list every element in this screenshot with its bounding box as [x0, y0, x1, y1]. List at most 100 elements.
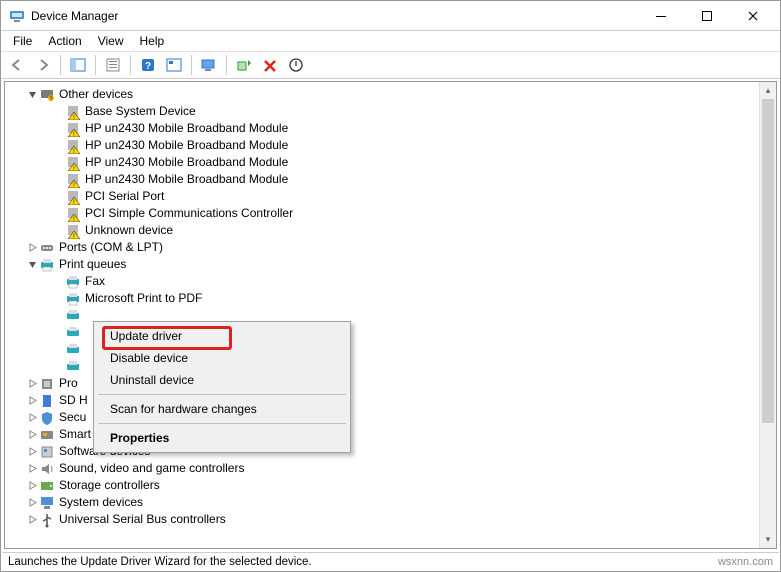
properties-button[interactable]: [101, 54, 125, 76]
chevron-right-icon[interactable]: [25, 515, 39, 524]
menu-action[interactable]: Action: [40, 32, 89, 50]
chevron-right-icon[interactable]: [25, 498, 39, 507]
forward-button[interactable]: [31, 54, 55, 76]
printer-icon: [65, 274, 81, 290]
tree-label: Pro: [59, 375, 78, 392]
computer-icon: [39, 495, 55, 511]
scan-hardware-button[interactable]: [197, 54, 221, 76]
back-button[interactable]: [5, 54, 29, 76]
tree-node-ms-print-pdf[interactable]: Microsoft Print to PDF: [5, 290, 776, 307]
chevron-right-icon[interactable]: [25, 447, 39, 456]
chevron-right-icon[interactable]: [25, 464, 39, 473]
printer-icon: [65, 325, 81, 341]
vertical-scrollbar[interactable]: ▴ ▾: [759, 82, 776, 548]
uninstall-button[interactable]: [258, 54, 282, 76]
tree-node-storage[interactable]: Storage controllers: [5, 477, 776, 494]
window-title: Device Manager: [31, 9, 638, 23]
maximize-button[interactable]: [684, 1, 730, 31]
status-bar: Launches the Update Driver Wizard for th…: [2, 552, 779, 570]
context-menu-uninstall-device[interactable]: Uninstall device: [96, 369, 348, 391]
device-tree-panel: ? Other devices ! Base System Device ! H…: [4, 81, 777, 549]
chevron-right-icon[interactable]: [25, 413, 39, 422]
tree-label: PCI Simple Communications Controller: [85, 205, 293, 222]
context-menu-disable-device[interactable]: Disable device: [96, 347, 348, 369]
chevron-down-icon[interactable]: [25, 90, 39, 99]
printer-icon: [65, 291, 81, 307]
context-menu-update-driver[interactable]: Update driver: [96, 325, 348, 347]
status-text: Launches the Update Driver Wizard for th…: [8, 556, 312, 568]
storage-icon: [39, 478, 55, 494]
tree-node-system[interactable]: System devices: [5, 494, 776, 511]
warning-device-icon: !: [65, 121, 81, 137]
svg-text:?: ?: [145, 61, 151, 72]
context-menu-properties[interactable]: Properties: [96, 427, 348, 449]
warning-device-icon: !: [65, 172, 81, 188]
tree-node-base-system[interactable]: ! Base System Device: [5, 103, 776, 120]
window-controls: [638, 1, 776, 31]
ports-icon: [39, 240, 55, 256]
context-menu-scan-hardware[interactable]: Scan for hardware changes: [96, 398, 348, 420]
minimize-button[interactable]: [638, 1, 684, 31]
tree-node-unknown[interactable]: ! Unknown device: [5, 222, 776, 239]
toolbar-separator: [226, 55, 227, 75]
close-button[interactable]: [730, 1, 776, 31]
tree-node-usb[interactable]: Universal Serial Bus controllers: [5, 511, 776, 528]
show-hidden-button[interactable]: [162, 54, 186, 76]
tree-label: HP un2430 Mobile Broadband Module: [85, 120, 288, 137]
scroll-up-button[interactable]: ▴: [760, 82, 777, 99]
show-hide-tree-button[interactable]: [66, 54, 90, 76]
warning-device-icon: !: [65, 104, 81, 120]
update-driver-button[interactable]: [232, 54, 256, 76]
tree-label: Secu: [59, 409, 86, 426]
toolbar-separator: [95, 55, 96, 75]
tree-node-broadband-1[interactable]: ! HP un2430 Mobile Broadband Module: [5, 120, 776, 137]
tree-label: Fax: [85, 273, 105, 290]
context-menu-separator: [98, 423, 346, 424]
chevron-right-icon[interactable]: [25, 379, 39, 388]
menu-help[interactable]: Help: [132, 32, 173, 50]
warning-device-icon: !: [65, 223, 81, 239]
tree-node-broadband-3[interactable]: ! HP un2430 Mobile Broadband Module: [5, 154, 776, 171]
chevron-right-icon[interactable]: [25, 243, 39, 252]
usb-icon: [39, 512, 55, 528]
printer-icon: [39, 257, 55, 273]
warning-device-icon: !: [65, 206, 81, 222]
tree-node-broadband-2[interactable]: ! HP un2430 Mobile Broadband Module: [5, 137, 776, 154]
menu-file[interactable]: File: [5, 32, 40, 50]
menu-view[interactable]: View: [90, 32, 132, 50]
chevron-right-icon[interactable]: [25, 430, 39, 439]
toolbar: ?: [1, 51, 780, 79]
chevron-down-icon[interactable]: [25, 260, 39, 269]
tree-node-print-queues[interactable]: Print queues: [5, 256, 776, 273]
tree-node-fax[interactable]: Fax: [5, 273, 776, 290]
chevron-right-icon[interactable]: [25, 481, 39, 490]
tree-node-other-devices[interactable]: ? Other devices: [5, 86, 776, 103]
device-tree[interactable]: ? Other devices ! Base System Device ! H…: [5, 82, 776, 528]
tree-label: Base System Device: [85, 103, 196, 120]
tree-label: HP un2430 Mobile Broadband Module: [85, 154, 288, 171]
card-reader-icon: [39, 427, 55, 443]
tree-label: PCI Serial Port: [85, 188, 164, 205]
menu-bar: File Action View Help: [1, 31, 780, 51]
printer-icon: [65, 359, 81, 375]
scroll-thumb[interactable]: [762, 99, 774, 423]
cpu-icon: [39, 376, 55, 392]
tree-node-ports[interactable]: Ports (COM & LPT): [5, 239, 776, 256]
svg-text:?: ?: [50, 96, 53, 102]
disable-button[interactable]: [284, 54, 308, 76]
warning-device-icon: !: [65, 155, 81, 171]
toolbar-separator: [130, 55, 131, 75]
tree-label: Microsoft Print to PDF: [85, 290, 202, 307]
tree-node-pci-serial[interactable]: ! PCI Serial Port: [5, 188, 776, 205]
tree-node-sound[interactable]: Sound, video and game controllers: [5, 460, 776, 477]
scroll-down-button[interactable]: ▾: [760, 531, 777, 548]
chevron-right-icon[interactable]: [25, 396, 39, 405]
tree-node-broadband-4[interactable]: ! HP un2430 Mobile Broadband Module: [5, 171, 776, 188]
software-icon: [39, 444, 55, 460]
tree-label: Storage controllers: [59, 477, 160, 494]
context-menu: Update driver Disable device Uninstall d…: [93, 321, 351, 453]
help-button[interactable]: ?: [136, 54, 160, 76]
scroll-track[interactable]: [760, 99, 776, 531]
toolbar-separator: [191, 55, 192, 75]
tree-node-pci-comm[interactable]: ! PCI Simple Communications Controller: [5, 205, 776, 222]
